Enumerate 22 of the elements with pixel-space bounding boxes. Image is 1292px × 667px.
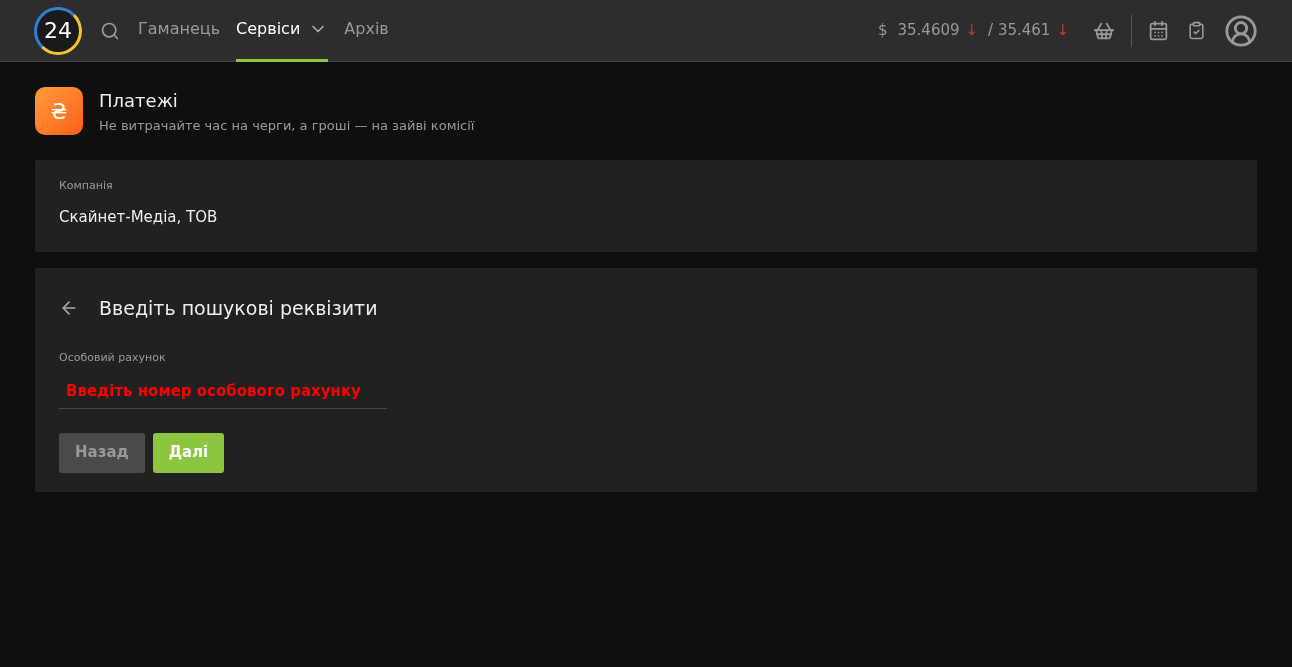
currency-sign: $ [877, 20, 888, 42]
sell-rate: / 35.461 [988, 20, 1051, 42]
clipboard-check-icon[interactable] [1187, 21, 1206, 40]
search-icon[interactable] [100, 20, 120, 41]
form-title: Введіть пошукові реквізити [99, 295, 378, 321]
payments-app-icon: ₴ [35, 87, 83, 136]
calendar-icon[interactable] [1148, 20, 1169, 41]
company-value: Скайнет-Медіа, ТОВ [59, 207, 219, 228]
buy-rate: 35.4609 [897, 20, 960, 42]
page-title: Платежі [99, 89, 179, 113]
down-arrow: ↓ [1056, 20, 1069, 42]
nav-tab[interactable]: Архів [344, 0, 389, 62]
field-label: Компанія [59, 177, 114, 194]
field-label: Особовий рахунок [59, 350, 167, 366]
page-subtitle: Не витрачайте час на черги, а гроші — на зайві комісії [99, 117, 475, 135]
down-arrow: ↓ [965, 20, 979, 42]
logo[interactable]: 24 [34, 6, 82, 55]
nav-tab[interactable]: Гаманець [138, 0, 221, 62]
avatar-icon[interactable] [1224, 13, 1258, 48]
nav-tab[interactable]: Сервіси [236, 0, 329, 62]
back-button[interactable]: Назад [59, 432, 145, 473]
account-input-field[interactable]: Введіть номер особового рахунку [59, 374, 387, 409]
